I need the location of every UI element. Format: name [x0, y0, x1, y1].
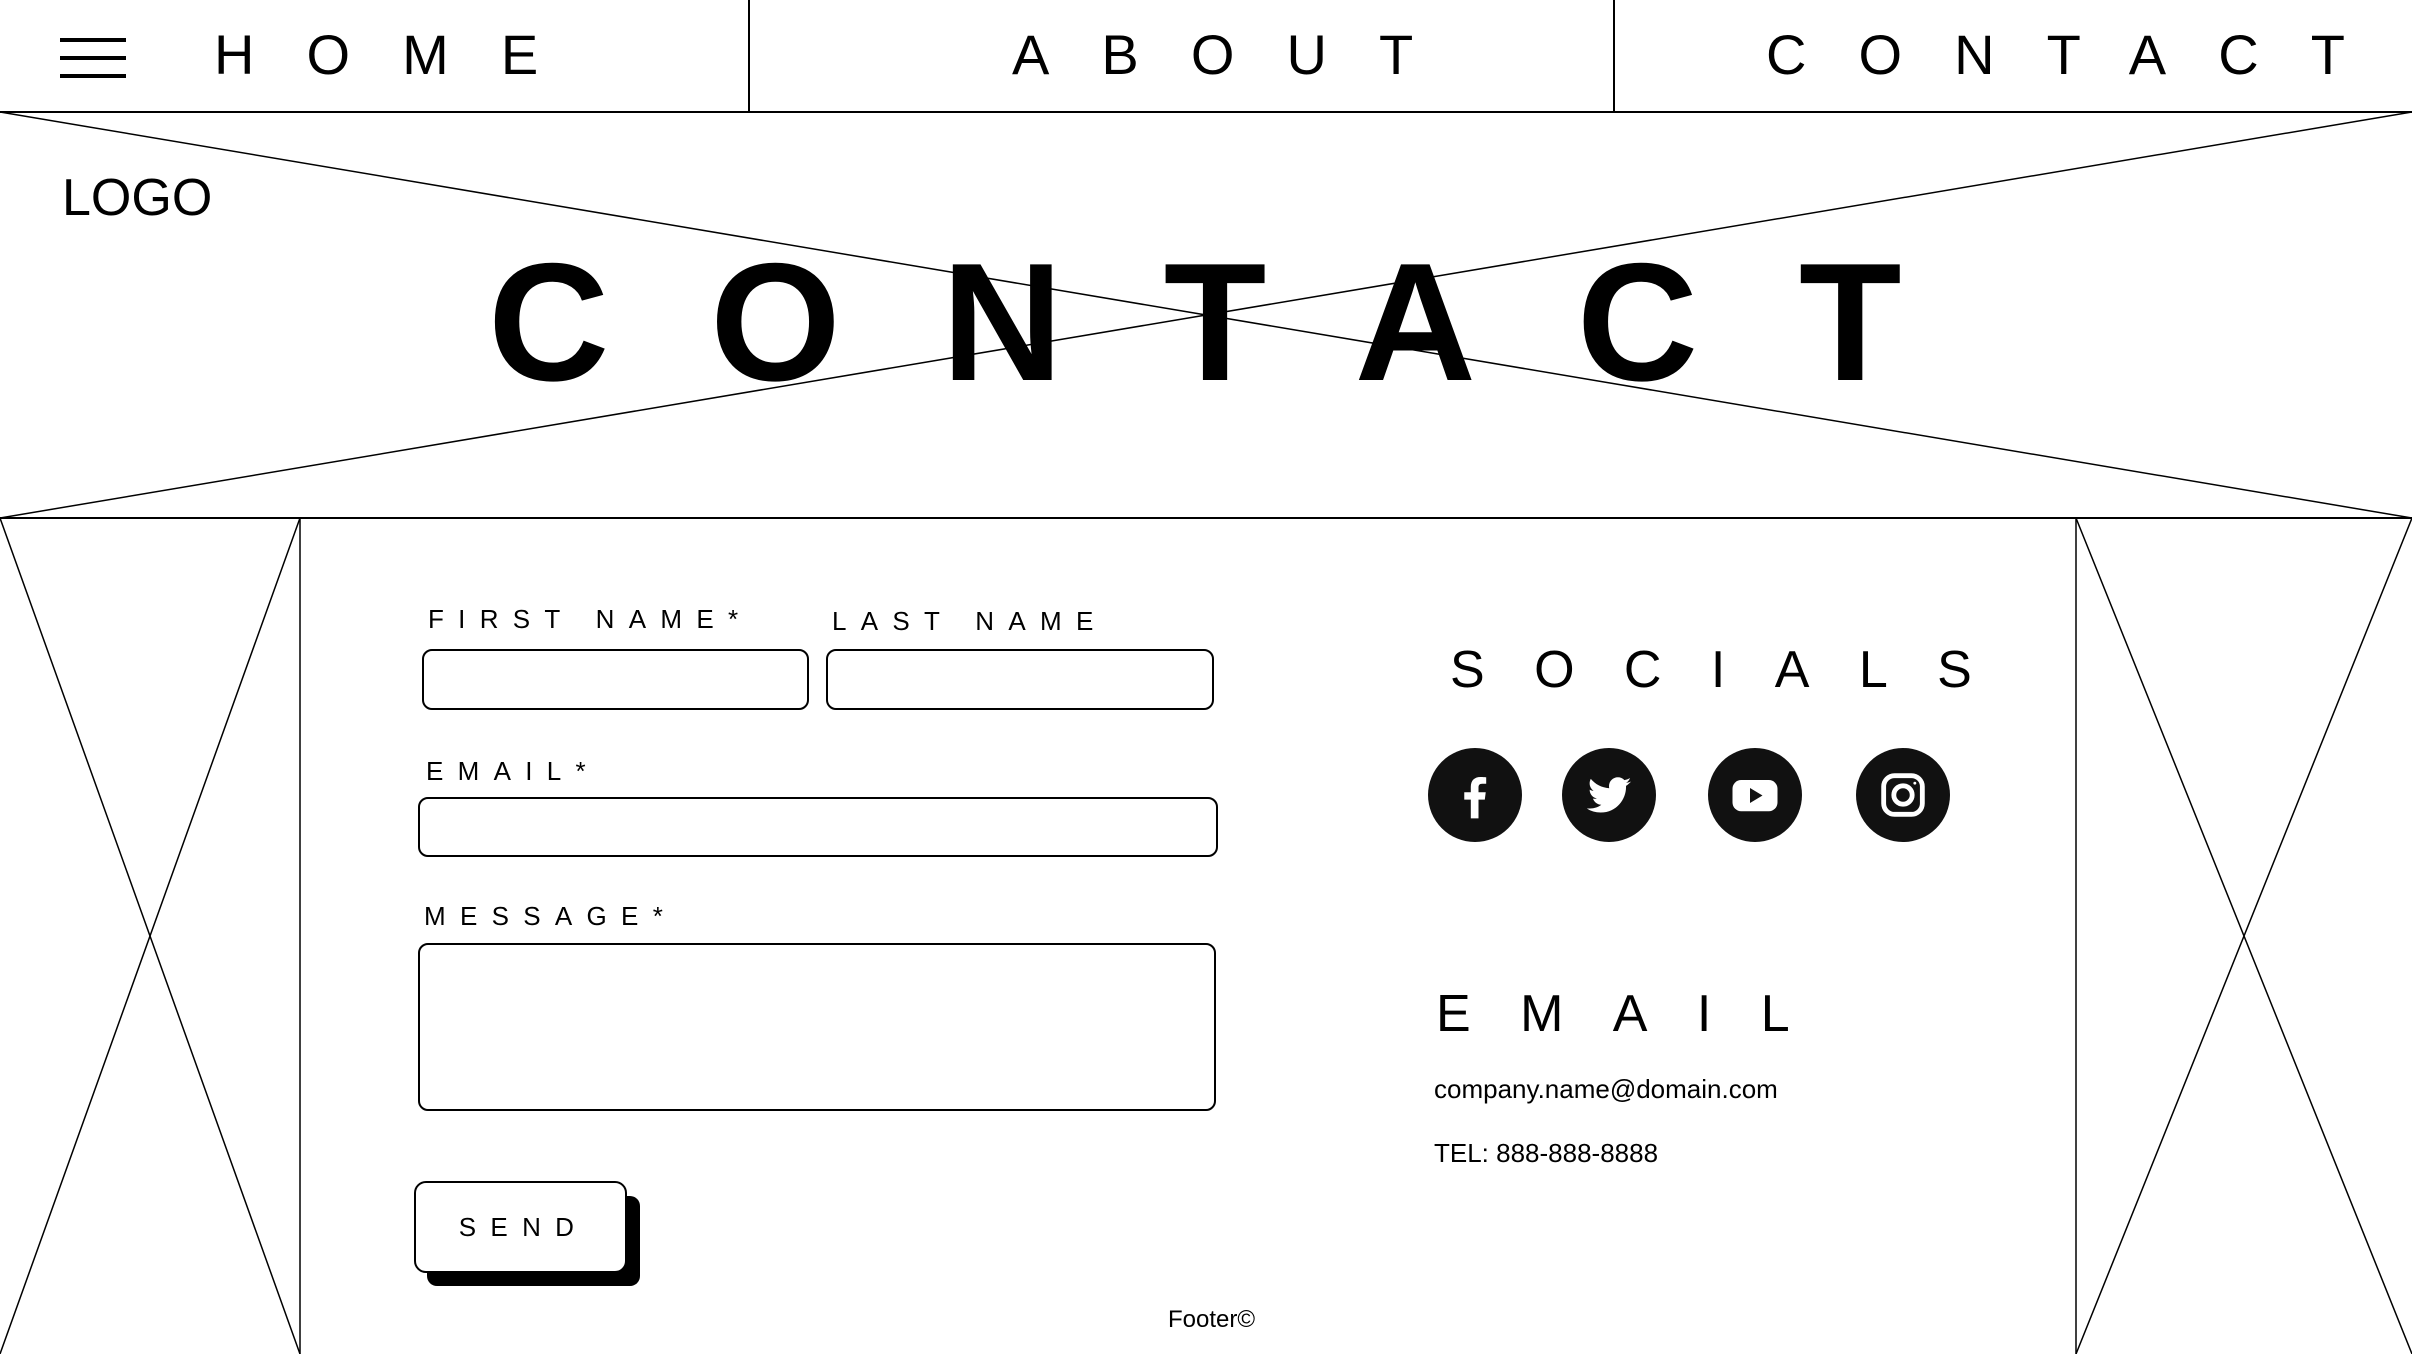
logo[interactable]: LOGO — [62, 168, 212, 228]
message-textarea[interactable] — [418, 943, 1216, 1111]
facebook-icon[interactable] — [1428, 748, 1522, 842]
last-name-label: LAST NAME — [832, 606, 1108, 636]
message-label: MESSAGE* — [424, 901, 678, 931]
youtube-icon[interactable] — [1708, 748, 1802, 842]
send-button[interactable]: SEND — [414, 1181, 627, 1273]
footer: Footer© — [1168, 1306, 1256, 1333]
socials-heading: SOCIALS — [1450, 641, 2022, 699]
email-label: EMAIL* — [426, 756, 600, 786]
contact-email[interactable]: company.name@domain.com — [1434, 1073, 1778, 1105]
instagram-icon[interactable] — [1856, 748, 1950, 842]
email-input[interactable] — [418, 797, 1218, 857]
first-name-label: FIRST NAME* — [428, 604, 753, 634]
contact-phone: TEL: 888-888-8888 — [1434, 1138, 1659, 1168]
last-name-input[interactable] — [826, 649, 1214, 710]
page-title: CONTACT — [488, 228, 2003, 416]
nav-home-link[interactable]: HOME — [214, 22, 590, 88]
hamburger-icon[interactable] — [60, 38, 126, 80]
nav-about-link[interactable]: ABOUT — [1012, 22, 1465, 88]
email-heading: EMAIL — [1436, 985, 1840, 1043]
first-name-input[interactable] — [422, 649, 809, 710]
twitter-icon[interactable] — [1562, 748, 1656, 842]
nav-contact-link[interactable]: CONTACT — [1766, 22, 2397, 88]
